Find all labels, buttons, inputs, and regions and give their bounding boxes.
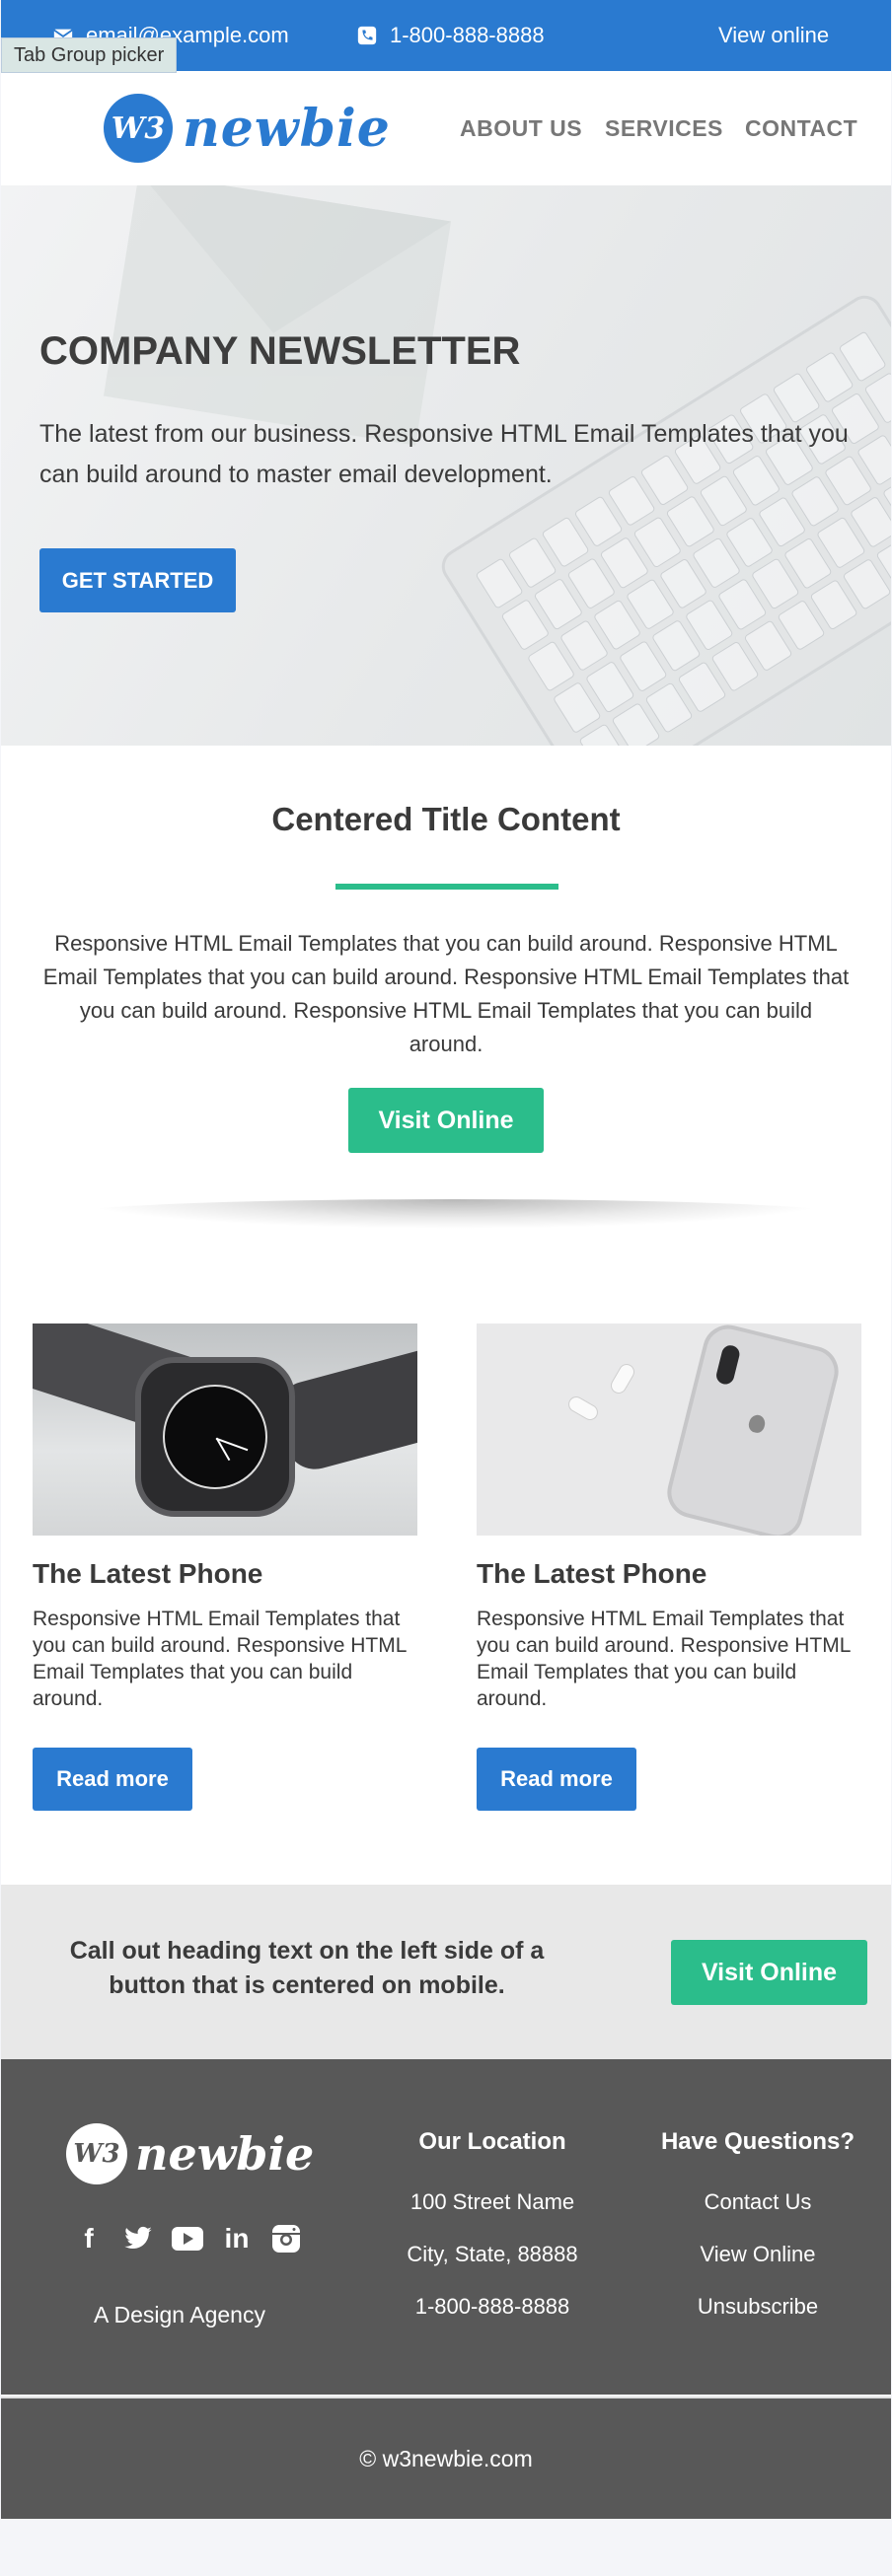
centered-text: Responsive HTML Email Templates that you…	[42, 931, 850, 1056]
view-online-text: View online	[718, 23, 830, 47]
visit-online-button[interactable]: Visit Online	[348, 1088, 544, 1153]
copyright-bar: © w3newbie.com	[1, 2397, 891, 2519]
location-city: City, State, 88888	[407, 2242, 578, 2266]
site-footer: W3 newbie f in A Design Agency Our Locat…	[1, 2059, 891, 2395]
logo-wordmark: newbie	[183, 98, 391, 159]
location-phone[interactable]: 1-800-888-8888	[396, 2294, 589, 2320]
youtube-icon[interactable]	[171, 2222, 204, 2255]
topbar-phone[interactable]: 1-800-888-8888	[356, 0, 545, 71]
product-card: The Latest Phone Responsive HTML Email T…	[477, 1324, 861, 1811]
hero-banner: COMPANY NEWSLETTER The latest from our b…	[1, 185, 891, 746]
product-card: The Latest Phone Responsive HTML Email T…	[33, 1324, 417, 1811]
hero-envelope-image	[103, 185, 452, 446]
footer-location-column: Our Location 100 Street Name City, State…	[396, 2128, 589, 2346]
phone-image	[477, 1324, 861, 1536]
nav-about-us[interactable]: ABOUT US	[460, 71, 582, 185]
email-template: email@example.com 1-800-888-8888 View on…	[1, 0, 891, 2519]
read-more-button[interactable]: Read more	[33, 1748, 192, 1811]
footer-questions-column: Have Questions? Contact Us View Online U…	[654, 2128, 861, 2346]
nav-contact[interactable]: CONTACT	[745, 71, 857, 185]
social-links: f in	[72, 2222, 303, 2255]
card-title: The Latest Phone	[477, 1558, 707, 1589]
facebook-icon[interactable]: f	[72, 2222, 106, 2255]
contact-us-link[interactable]: Contact Us	[654, 2189, 861, 2215]
callout-heading: Call out heading text on the left side o…	[69, 1937, 545, 1999]
footer-view-online-link[interactable]: View Online	[654, 2242, 861, 2267]
centered-title: Centered Title Content	[271, 801, 621, 837]
site-header: W3 newbie ABOUT US SERVICES CONTACT	[1, 71, 891, 185]
copyright-text[interactable]: © w3newbie.com	[359, 2446, 532, 2472]
footer-logo-wordmark: newbie	[135, 2127, 315, 2181]
section-shadow-divider	[70, 1199, 840, 1229]
location-heading: Our Location	[418, 2128, 566, 2155]
linkedin-icon[interactable]: in	[220, 2222, 254, 2255]
instagram-icon[interactable]	[269, 2222, 303, 2255]
footer-logo-badge: W3	[66, 2123, 127, 2184]
location-street: 100 Street Name	[409, 2189, 575, 2214]
unsubscribe-link[interactable]: Unsubscribe	[654, 2294, 861, 2320]
footer-tagline: A Design Agency	[94, 2302, 265, 2327]
callout-visit-online-button[interactable]: Visit Online	[671, 1940, 867, 2005]
card-text: Responsive HTML Email Templates that you…	[33, 1608, 407, 1710]
phone-icon	[357, 26, 377, 45]
topbar-phone-text: 1-800-888-8888	[390, 23, 545, 47]
get-started-button[interactable]: GET STARTED	[39, 548, 236, 612]
nav-services[interactable]: SERVICES	[605, 71, 723, 185]
centered-content-section: Centered Title Content Responsive HTML E…	[1, 746, 891, 1258]
watch-image	[33, 1324, 417, 1536]
read-more-button[interactable]: Read more	[477, 1748, 636, 1811]
hero-title: COMPANY NEWSLETTER	[39, 329, 521, 373]
callout-section: Call out heading text on the left side o…	[1, 1885, 891, 2059]
topbar-view-online-link[interactable]: View online	[718, 0, 829, 71]
logo-badge: W3	[104, 94, 173, 163]
card-title: The Latest Phone	[33, 1558, 263, 1589]
logo[interactable]: W3 newbie	[104, 93, 391, 164]
tab-group-picker[interactable]: Tab Group picker	[1, 37, 178, 73]
twitter-icon[interactable]	[121, 2222, 155, 2255]
hero-text: The latest from our business. Responsive…	[39, 420, 849, 488]
card-text: Responsive HTML Email Templates that you…	[477, 1608, 851, 1710]
title-divider	[335, 884, 558, 890]
footer-logo[interactable]: W3 newbie	[66, 2123, 314, 2184]
questions-heading: Have Questions?	[660, 2128, 855, 2155]
